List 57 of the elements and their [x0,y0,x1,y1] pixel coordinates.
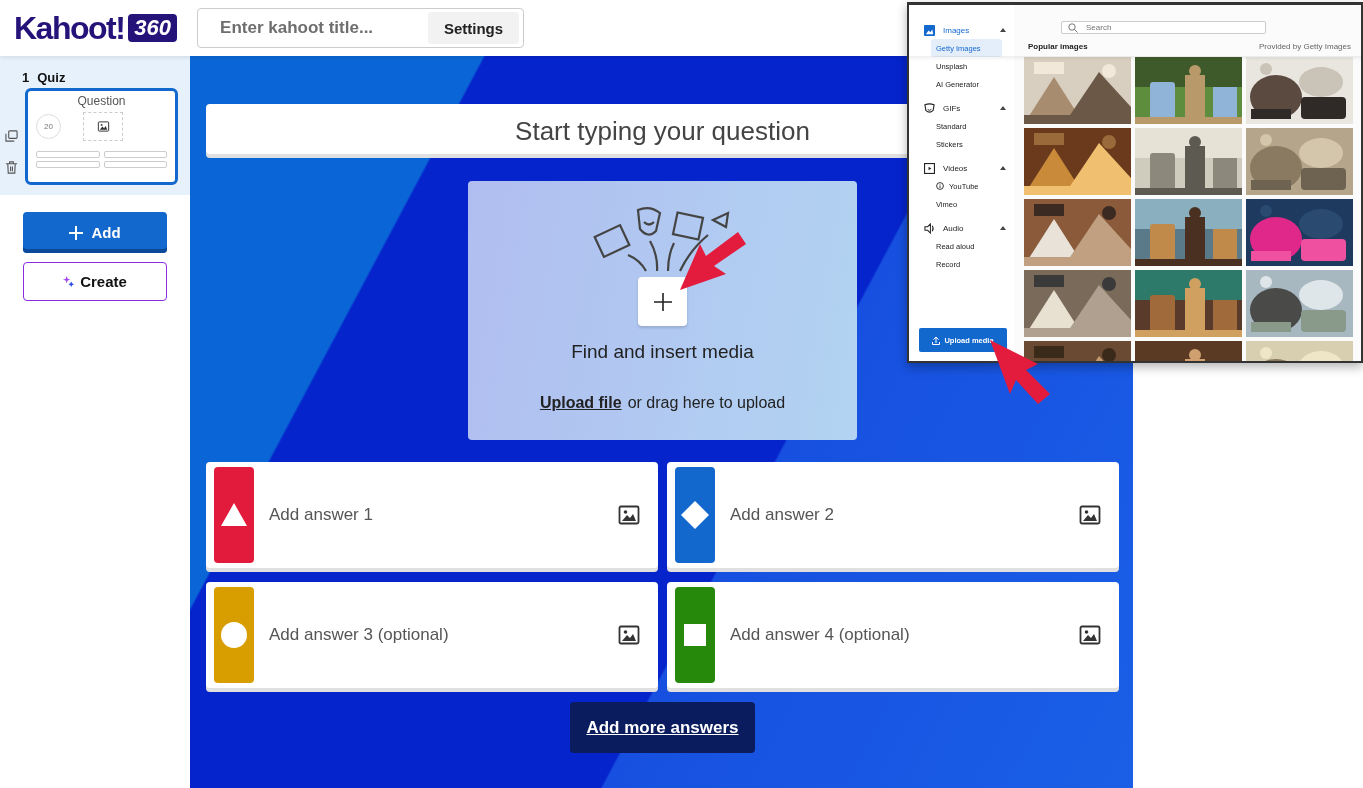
speaker-icon [924,222,935,234]
answer-placeholder-bar [36,151,100,158]
answer-placeholder-bar [103,151,167,158]
info-icon [936,182,944,190]
caret-icon [1000,28,1006,32]
plus-icon [652,291,673,312]
answer-field[interactable]: Add answer 4 (optional) [728,624,1078,646]
media-caption: Find and insert media [571,341,754,363]
upload-hint: Upload file or drag here to upload [539,394,786,412]
duplicate-icon[interactable] [5,130,18,143]
add-media-button[interactable] [638,277,687,326]
mask-icon [924,102,935,114]
image-icon [924,24,935,36]
section-title: Popular images [1028,42,1088,51]
search-icon [1068,22,1078,33]
title-bar[interactable]: Enter kahoot title... Settings [197,8,525,48]
circle-icon [220,621,248,649]
answer-placeholder-bar [103,161,167,168]
answer-field[interactable]: Add answer 1 [267,504,617,526]
plus-icon [69,225,84,240]
caret-icon [1000,106,1006,110]
trash-icon[interactable] [5,161,18,174]
image-icon[interactable] [617,623,641,647]
film-icon [924,162,935,174]
title-field[interactable]: Enter kahoot title... [218,17,428,39]
slide-number: 1 [22,70,30,85]
media-category[interactable]: Videos [919,159,1014,177]
create-button[interactable]: Create [23,262,167,301]
caret-icon [1000,166,1006,170]
answer-field[interactable]: Add answer 3 (optional) [267,624,617,646]
square-icon [681,621,709,649]
add-more-answers-button[interactable]: Add more answers [570,702,755,753]
media-panel[interactable]: Find and insert media Upload file or drag here to upload [468,181,857,440]
triangle-icon [220,501,248,529]
provider-credit: Provided by Getty Images [1258,42,1351,51]
image-icon[interactable] [617,503,641,527]
logo-wordmark: Kahoot! [14,9,125,47]
image-icon[interactable] [96,120,110,133]
search-field[interactable]: Search [1061,21,1266,34]
slide-thumbnail[interactable]: Question 20 [25,88,178,185]
add-button[interactable]: Add [23,212,167,253]
media-category[interactable]: Images [919,21,1014,39]
sparkle-icon [63,276,75,287]
slide-title: Question [77,94,126,108]
logo-badge: 360 [128,14,178,42]
caret-icon [1000,226,1006,230]
diamond-icon [681,501,709,529]
settings-button[interactable]: Settings [427,12,520,44]
media-category[interactable]: Audio [919,219,1014,237]
upload-file-link[interactable]: Upload file [539,394,622,411]
answer-placeholder-bar [36,161,100,168]
image-icon[interactable] [1078,503,1102,527]
image-icon[interactable] [1078,623,1102,647]
upload-icon [932,335,941,345]
answer-field[interactable]: Add answer 2 [728,504,1078,526]
slide-type: Quiz [37,70,66,85]
search-input[interactable]: Search [1084,22,1259,33]
